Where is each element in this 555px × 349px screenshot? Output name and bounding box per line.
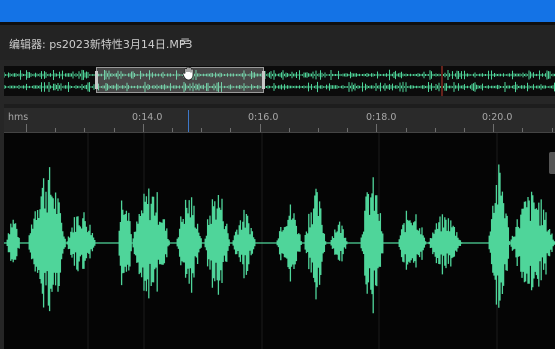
ruler-tick [493,124,495,132]
time-label: 0:20.0 [482,112,513,123]
waveform-display[interactable] [4,133,555,349]
time-ruler[interactable]: hms 0:14.0 0:16.0 0:18.0 0:20.0 [4,108,555,133]
top-accent-bar [0,0,555,22]
hand-grab-icon [182,66,194,81]
ruler-tick [551,128,553,132]
ruler-tick [113,128,115,132]
ruler-tick [434,128,436,132]
overview-channel-waveform [4,69,555,81]
ruler-tick [405,128,407,132]
ruler-tick [230,128,232,132]
ruler-tick [347,128,349,132]
overview-zoom-viewport[interactable] [95,67,265,93]
ruler-tick [464,128,465,132]
ruler-tick [172,128,173,132]
ruler-tick [318,128,319,132]
ruler-tick [201,128,203,132]
overview-channel-waveform [4,81,555,93]
viewport-right-handle[interactable] [262,71,265,89]
ruler-tick [26,124,27,132]
vertical-zoom-handle[interactable] [549,152,555,174]
ruler-tick [259,124,261,132]
overview-waveform-graphic [4,66,555,96]
time-unit-label: hms [8,112,29,123]
overview-waveform[interactable] [4,66,555,96]
editor-panel-header: 编辑器: ps2023新特性3月14日.MP3 ≡ [0,25,555,60]
ruler-tick [288,128,290,132]
ruler-tick [55,128,57,132]
hamburger-menu-icon[interactable]: ≡ [180,34,190,48]
playhead-marker[interactable] [188,110,189,132]
editor-panel-title: 编辑器: ps2023新特性3月14日.MP3 [9,38,193,51]
time-label: 0:18.0 [366,112,397,123]
time-label: 0:14.0 [132,112,163,123]
ruler-tick [142,124,144,132]
ruler-tick [84,128,86,132]
waveform-graphic [4,133,555,349]
time-label: 0:16.0 [248,112,279,123]
viewport-left-handle[interactable] [95,71,98,89]
ruler-tick [376,124,378,132]
ruler-tick [522,128,524,132]
